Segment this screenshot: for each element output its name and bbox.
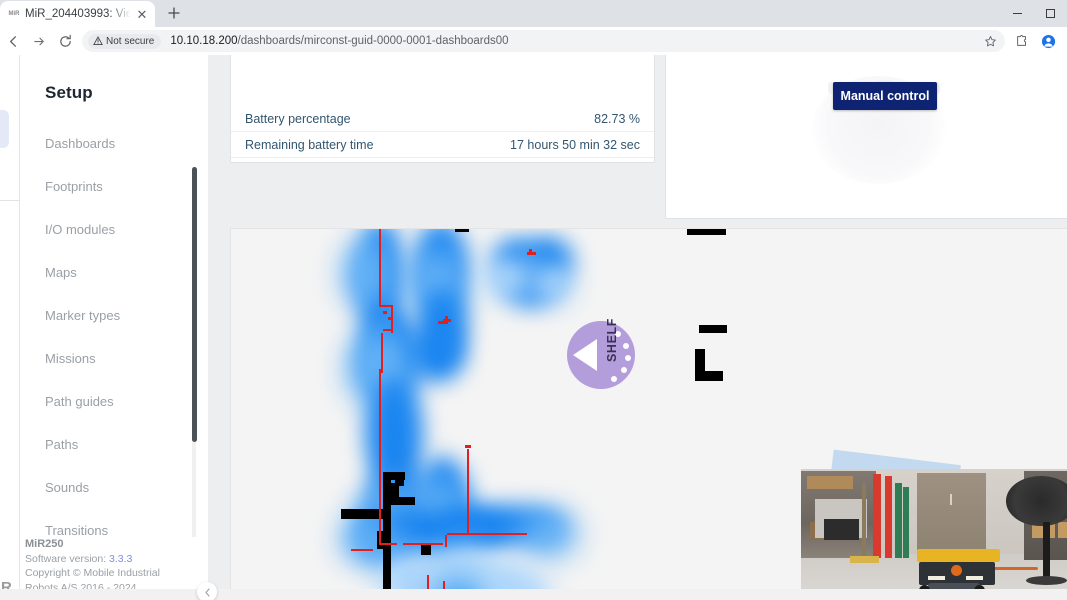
sidebar-collapse-button[interactable] [197, 582, 217, 600]
sidebar-item-label: I/O modules [45, 222, 116, 237]
url-text[interactable]: 10.10.18.200/dashboards/mirconst-guid-00… [170, 35, 979, 47]
browser-tabstrip: MiR MiR_204403993: View dashboar ✕ [0, 0, 1067, 27]
star-icon[interactable] [979, 30, 1001, 52]
table-row: Uptime 7 hours 8 sec [231, 158, 654, 162]
video-green-item [894, 483, 903, 558]
warning-triangle-icon [93, 36, 103, 45]
browser-tab-title: MiR_204403993: View dashboar [25, 8, 134, 20]
sidebar-item-label: Missions [45, 351, 96, 366]
browser-chrome: MiR MiR_204403993: View dashboar ✕ [0, 0, 1067, 55]
chevron-left-icon [204, 587, 210, 597]
sidebar-item-label: Paths [45, 437, 79, 452]
back-arrow-icon[interactable] [0, 28, 26, 54]
video-broom-head [850, 556, 880, 564]
window-minimize-button[interactable] [1001, 0, 1034, 27]
left-edge-rail: R [0, 55, 20, 600]
video-green-item [902, 486, 910, 558]
video-ladder [873, 474, 882, 558]
manual-control-button[interactable]: Manual control [833, 82, 937, 110]
video-box [806, 476, 853, 489]
sidebar-item-label: Dashboards [45, 136, 116, 151]
address-bar-actions [979, 30, 1001, 52]
video-cabinet [916, 472, 986, 558]
url-host: 10.10.18.200 [170, 35, 238, 47]
video-robot-light [965, 575, 984, 581]
sidebar-item-sounds[interactable]: Sounds [20, 466, 208, 509]
stat-key: Battery percentage [245, 111, 351, 126]
map-canvas[interactable]: SHELF SHELF [231, 229, 1067, 600]
sidebar-item-maps[interactable]: Maps [20, 251, 208, 294]
sidebar-nav-list: Dashboards Footprints I/O modules Maps M… [20, 103, 208, 552]
video-cabinet-handle [949, 493, 952, 505]
plus-icon [168, 7, 180, 19]
sidebar-item-io-modules[interactable]: I/O modules [20, 208, 208, 251]
page-viewport: R Setup Dashboards Footprints I/O module… [0, 55, 1067, 600]
table-row: Remaining battery time 17 hours 50 min 3… [231, 132, 654, 158]
sidebar-item-footprints[interactable]: Footprints [20, 165, 208, 208]
window-maximize-button[interactable] [1034, 0, 1067, 27]
sidebar-scrollbar-thumb[interactable] [192, 167, 197, 442]
software-version-row: Software version: 3.3.3 [25, 552, 208, 567]
setup-sidebar: Setup Dashboards Footprints I/O modules … [20, 55, 208, 600]
close-icon[interactable]: ✕ [134, 6, 150, 22]
sidebar-item-label: Footprints [45, 179, 103, 194]
manual-control-card: Manual control [665, 55, 1067, 219]
forward-arrow-icon[interactable] [26, 28, 52, 54]
left-rail-divider [0, 200, 20, 201]
browser-tab[interactable]: MiR MiR_204403993: View dashboar ✕ [0, 1, 155, 27]
video-robot-light [928, 575, 946, 581]
video-box [1058, 522, 1067, 539]
robot-camera-feed[interactable] [801, 469, 1067, 600]
url-path: /dashboards/mirconst-guid-0000-0001-dash… [237, 35, 509, 47]
table-row: Battery percentage 82.73 % [231, 106, 654, 132]
sidebar-footer: MiR250 Software version: 3.3.3 Copyright… [20, 537, 208, 595]
video-robot-top-plate [916, 549, 1001, 562]
sidebar-item-paths[interactable]: Paths [20, 423, 208, 466]
sidebar-item-label: Marker types [45, 308, 121, 323]
shelf-marker[interactable]: SHELF [567, 318, 635, 389]
video-cart-box [824, 518, 859, 541]
sidebar-item-label: Maps [45, 265, 77, 280]
sidebar-item-marker-types[interactable]: Marker types [20, 294, 208, 337]
robot-model-label: MiR250 [25, 538, 64, 550]
video-broom-handle [861, 483, 866, 558]
stat-value: 82.73 % [594, 111, 640, 126]
stat-key: Remaining battery time [245, 137, 374, 152]
profile-avatar-icon[interactable] [1035, 28, 1061, 54]
video-ladder [884, 476, 893, 558]
page-title: Setup [45, 83, 93, 102]
new-tab-button[interactable] [161, 0, 187, 26]
video-fan-base [1026, 575, 1067, 585]
stat-value: 17 hours 50 min 32 sec [510, 137, 640, 152]
software-version-value: 3.3.3 [109, 552, 133, 565]
window-controls [1001, 0, 1067, 27]
left-rail-chip [0, 110, 9, 148]
shelf-marker-label: SHELF [605, 318, 619, 362]
sidebar-item-label: Sounds [45, 480, 90, 495]
security-status-badge[interactable]: Not secure [88, 33, 162, 49]
video-robot-estop [951, 565, 962, 576]
horizontal-scrollbar[interactable] [0, 589, 1067, 600]
reload-icon[interactable] [52, 28, 78, 54]
dashboard-content: Battery percentage 82.73 % Remaining bat… [208, 55, 1067, 600]
robot-status-card: Battery percentage 82.73 % Remaining bat… [230, 55, 655, 163]
copyright-line-1: Copyright © Mobile Industrial [25, 567, 160, 579]
sidebar-item-missions[interactable]: Missions [20, 337, 208, 380]
mir-favicon-icon: MiR [8, 11, 20, 17]
sidebar-item-path-guides[interactable]: Path guides [20, 380, 208, 423]
address-bar[interactable]: Not secure 10.10.18.200/dashboards/mirco… [82, 30, 1005, 52]
security-status-label: Not secure [106, 35, 155, 47]
browser-toolbar: Not secure 10.10.18.200/dashboards/mirco… [0, 27, 1067, 55]
sidebar-item-label: Path guides [45, 394, 114, 409]
software-version-label: Software version: [25, 552, 107, 565]
shelf-direction-arrow-icon [573, 339, 597, 371]
map-card: SHELF SHELF [230, 228, 1067, 600]
video-fan [1006, 476, 1067, 526]
sidebar-item-label: Transitions [45, 523, 109, 538]
puzzle-piece-icon[interactable] [1009, 28, 1035, 54]
video-fan-pole [1043, 522, 1050, 583]
sidebar-item-dashboards[interactable]: Dashboards [20, 122, 208, 165]
